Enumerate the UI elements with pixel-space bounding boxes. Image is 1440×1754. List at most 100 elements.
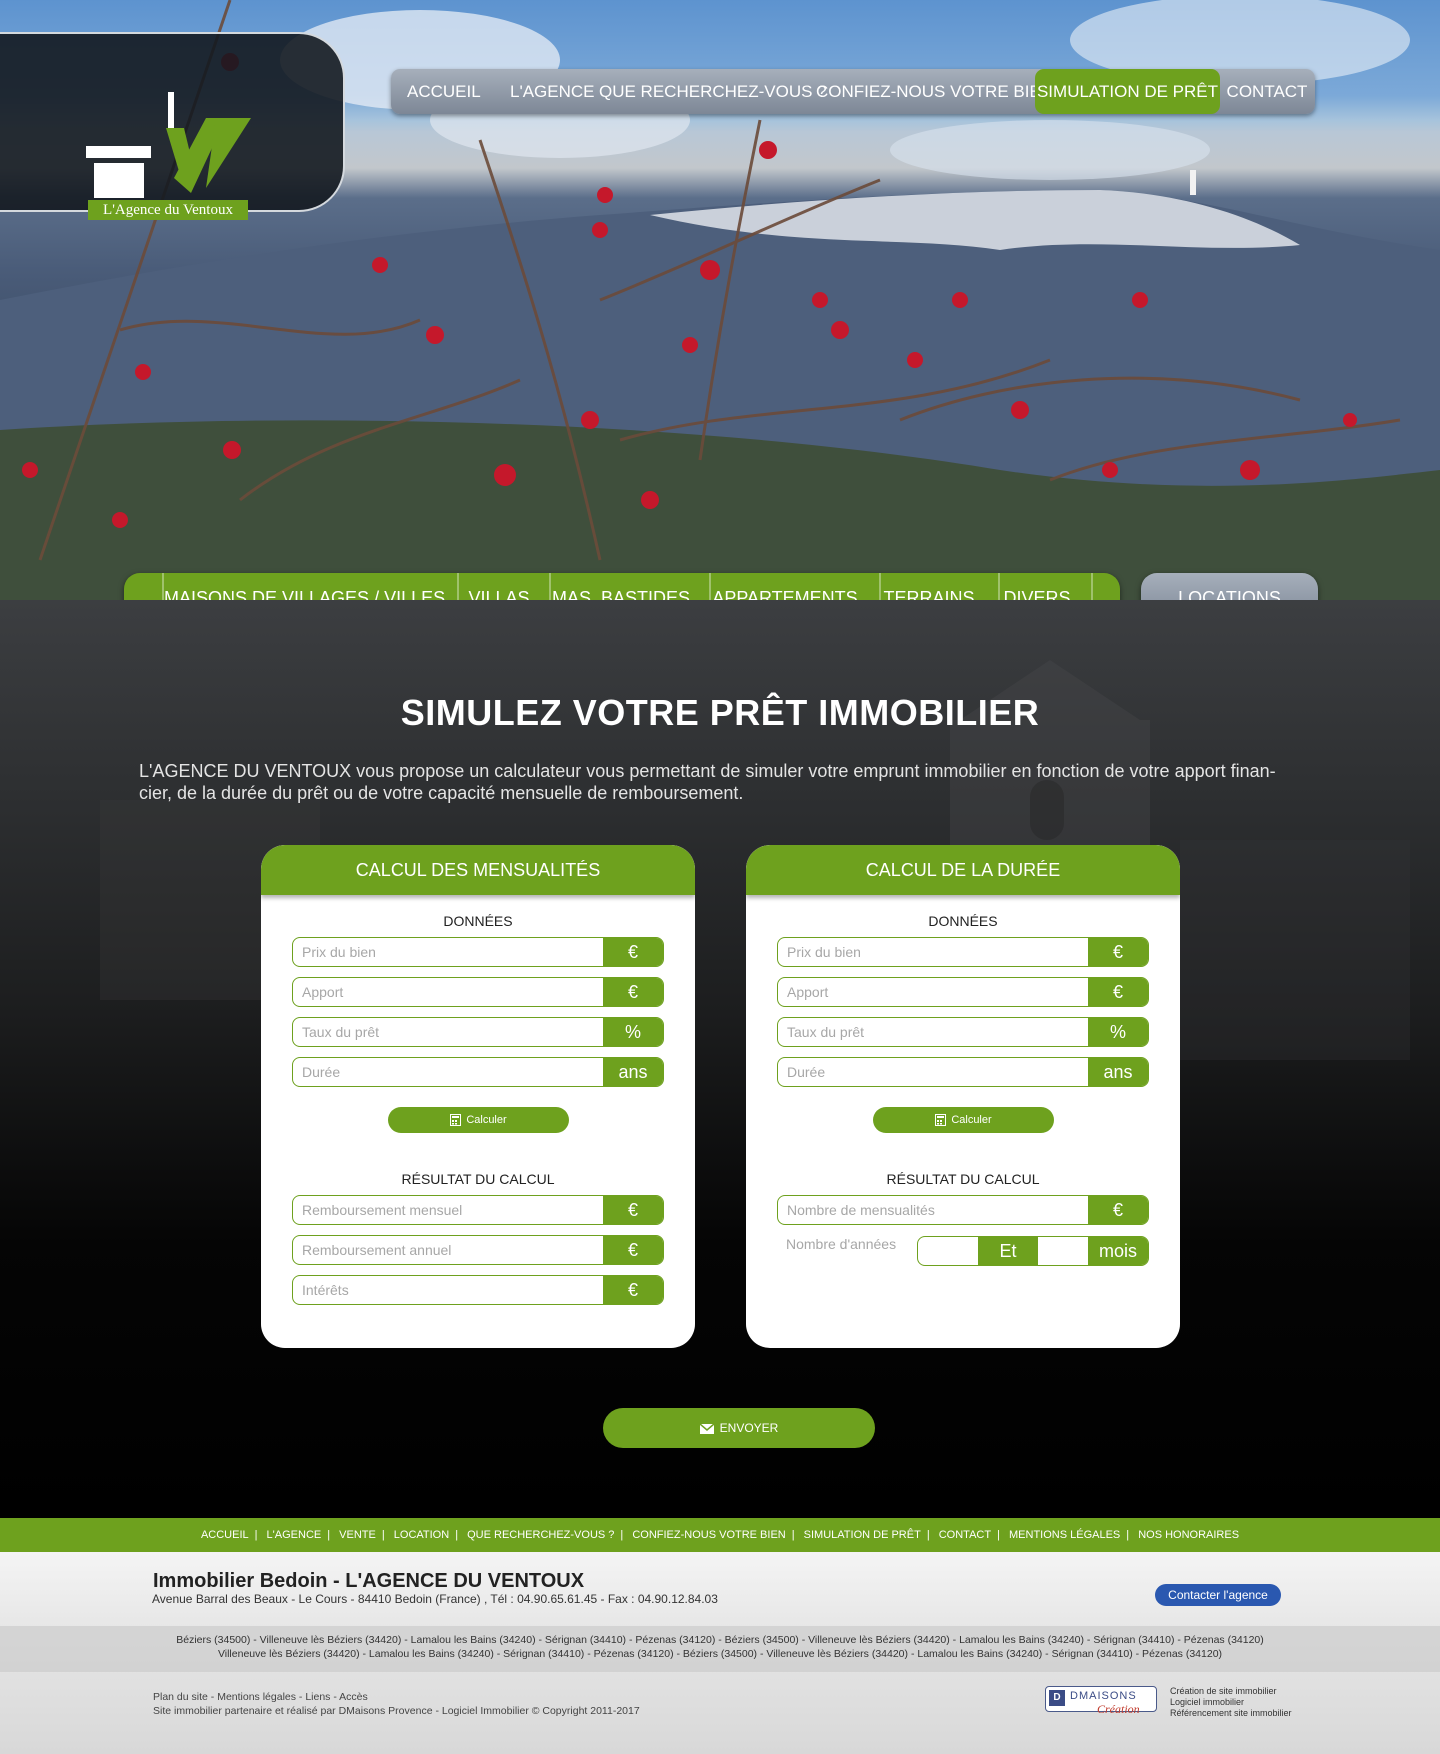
footer-title: Immobilier Bedoin - L'AGENCE DU VENTOUX: [153, 1570, 585, 1592]
monthly-count-placeholder: Nombre de mensualités: [787, 1202, 935, 1218]
page: L'Agence du Ventoux ACCUEIL L'AGENCE QUE…: [0, 0, 1440, 1754]
duration-calculator: CALCUL DE LA DURÉE DONNÉES Prix du bien …: [746, 845, 1180, 1348]
down-payment-field[interactable]: Apport €: [292, 977, 664, 1007]
card-title: CALCUL DES MENSUALITÉS: [261, 845, 695, 895]
send-label: ENVOYER: [719, 1421, 779, 1435]
logo-tagline: L'Agence du Ventoux: [88, 200, 248, 220]
nav-confiez-nous-votre-bien[interactable]: CONFIEZ-NOUS VOTRE BIEN: [816, 69, 1053, 114]
footer-separator: |: [791, 1529, 795, 1541]
footer-link-contact[interactable]: CONTACT: [939, 1529, 991, 1541]
calculate-button[interactable]: Calculer: [388, 1107, 569, 1133]
footer-link-confiez-nous[interactable]: CONFIEZ-NOUS VOTRE BIEN: [632, 1529, 785, 1541]
footer: Immobilier Bedoin - L'AGENCE DU VENTOUX …: [0, 1552, 1440, 1754]
footer-links[interactable]: Plan du site - Mentions légales - Liens …: [153, 1691, 368, 1703]
percent-unit: %: [603, 1018, 663, 1046]
village-background-illustration: [100, 660, 1410, 1060]
annual-payment-result[interactable]: Remboursement annuel €: [292, 1235, 664, 1265]
data-section-label: DONNÉES: [928, 913, 998, 929]
contact-agency-button[interactable]: Contacter l'agence: [1155, 1584, 1281, 1606]
nav-simulation-de-pret[interactable]: SIMULATION DE PRÊT: [1035, 69, 1220, 114]
nav-contact[interactable]: CONTACT: [1226, 69, 1308, 114]
dmaisons-creation: Création: [1097, 1702, 1140, 1716]
nav-que-recherchez-vous[interactable]: QUE RECHERCHEZ-VOUS ?: [599, 69, 827, 114]
calculate-label: Calculer: [951, 1114, 992, 1126]
euro-unit: €: [1088, 978, 1148, 1006]
euro-unit: €: [603, 1236, 663, 1264]
down-payment-placeholder: Apport: [787, 984, 829, 1000]
footer-address: Avenue Barral des Beaux - Le Cours - 844…: [152, 1592, 718, 1606]
calculate-label: Calculer: [466, 1114, 507, 1126]
monthly-payment-result[interactable]: Remboursement mensuel €: [292, 1195, 664, 1225]
price-field[interactable]: Prix du bien €: [292, 937, 664, 967]
footer-link-que-recherchez-vous[interactable]: QUE RECHERCHEZ-VOUS ?: [467, 1529, 614, 1541]
footer-separator: |: [254, 1529, 258, 1541]
annual-payment-placeholder: Remboursement annuel: [302, 1242, 452, 1258]
footer-link-location[interactable]: LOCATION: [394, 1529, 449, 1541]
and-separator: Et: [978, 1237, 1038, 1265]
calculator-icon: [450, 1114, 462, 1127]
euro-unit: €: [1088, 938, 1148, 966]
footer-link-mentions[interactable]: MENTIONS LÉGALES: [1009, 1529, 1120, 1541]
footer-separator: |: [381, 1529, 385, 1541]
years-months-result[interactable]: Et mois: [917, 1236, 1149, 1266]
years-unit: ans: [603, 1058, 663, 1086]
footer-link-agence[interactable]: L'AGENCE: [267, 1529, 322, 1541]
footer-credit: Site immobilier partenaire et réalisé pa…: [153, 1705, 640, 1717]
duration-placeholder: Durée: [302, 1064, 341, 1080]
nav-agence[interactable]: L'AGENCE: [510, 69, 595, 114]
rate-field[interactable]: Taux du prêt %: [777, 1017, 1149, 1047]
dmaisons-name: DMAISONS: [1070, 1690, 1137, 1702]
dmaisons-service: Référencement site immobilier: [1170, 1708, 1292, 1718]
footer-separator: |: [926, 1529, 930, 1541]
envelope-icon: [699, 1423, 714, 1434]
dmaisons-service: Création de site immobilier: [1170, 1686, 1277, 1696]
price-field[interactable]: Prix du bien €: [777, 937, 1149, 967]
result-section-label: RÉSULTAT DU CALCUL: [401, 1171, 555, 1187]
duration-field[interactable]: Durée ans: [777, 1057, 1149, 1087]
euro-unit: €: [603, 1276, 663, 1304]
years-label: Nombre d'années: [786, 1236, 897, 1252]
dmaisons-service: Logiciel immobilier: [1170, 1697, 1245, 1707]
footer-link-vente[interactable]: VENTE: [339, 1529, 376, 1541]
duration-field[interactable]: Durée ans: [292, 1057, 664, 1087]
percent-unit: %: [1088, 1018, 1148, 1046]
main-background: [0, 600, 1440, 1518]
monthly-count-result[interactable]: Nombre de mensualités €: [777, 1195, 1149, 1225]
months-unit: mois: [1088, 1237, 1148, 1265]
towns-line-1[interactable]: Béziers (34500) - Villeneuve lès Béziers…: [0, 1634, 1440, 1646]
euro-unit: €: [603, 1196, 663, 1224]
price-placeholder: Prix du bien: [787, 944, 861, 960]
intro-text: L'AGENCE DU VENTOUX vous propose un calc…: [139, 760, 1299, 804]
calculate-button[interactable]: Calculer: [873, 1107, 1054, 1133]
towns-band: Béziers (34500) - Villeneuve lès Béziers…: [0, 1626, 1440, 1672]
towns-line-2[interactable]: Villeneuve lès Béziers (34420) - Lamalou…: [0, 1648, 1440, 1660]
dmaisons-logo[interactable]: D DMAISONS Création: [1045, 1684, 1157, 1718]
down-payment-field[interactable]: Apport €: [777, 977, 1149, 1007]
dmaisons-icon: D: [1049, 1690, 1065, 1706]
footer-navigation: ACCUEIL | L'AGENCE | VENTE | LOCATION | QUE …: [0, 1518, 1440, 1552]
euro-unit: €: [1088, 1196, 1148, 1224]
send-button[interactable]: ENVOYER: [603, 1408, 875, 1448]
result-section-label: RÉSULTAT DU CALCUL: [886, 1171, 1040, 1187]
interest-placeholder: Intérêts: [302, 1282, 349, 1298]
duration-placeholder: Durée: [787, 1064, 826, 1080]
footer-separator: |: [455, 1529, 459, 1541]
footer-link-honoraires[interactable]: NOS HONORAIRES: [1138, 1529, 1239, 1541]
card-title: CALCUL DE LA DURÉE: [746, 845, 1180, 895]
interest-result[interactable]: Intérêts €: [292, 1275, 664, 1305]
rate-placeholder: Taux du prêt: [302, 1024, 380, 1040]
price-placeholder: Prix du bien: [302, 944, 376, 960]
footer-link-simulation[interactable]: SIMULATION DE PRÊT: [804, 1529, 921, 1541]
footer-separator: |: [620, 1529, 624, 1541]
footer-separator: |: [997, 1529, 1000, 1541]
logo[interactable]: L'Agence du Ventoux: [0, 32, 345, 220]
rate-field[interactable]: Taux du prêt %: [292, 1017, 664, 1047]
data-section-label: DONNÉES: [443, 913, 513, 929]
euro-unit: €: [603, 978, 663, 1006]
nav-accueil[interactable]: ACCUEIL: [407, 69, 481, 114]
intro-line-1: L'AGENCE DU VENTOUX vous propose un calc…: [139, 761, 1276, 781]
monthly-payment-calculator: CALCUL DES MENSUALITÉS DONNÉES Prix du b…: [261, 845, 695, 1348]
down-payment-placeholder: Apport: [302, 984, 344, 1000]
footer-separator: |: [1126, 1529, 1130, 1541]
footer-link-accueil[interactable]: ACCUEIL: [201, 1529, 249, 1541]
